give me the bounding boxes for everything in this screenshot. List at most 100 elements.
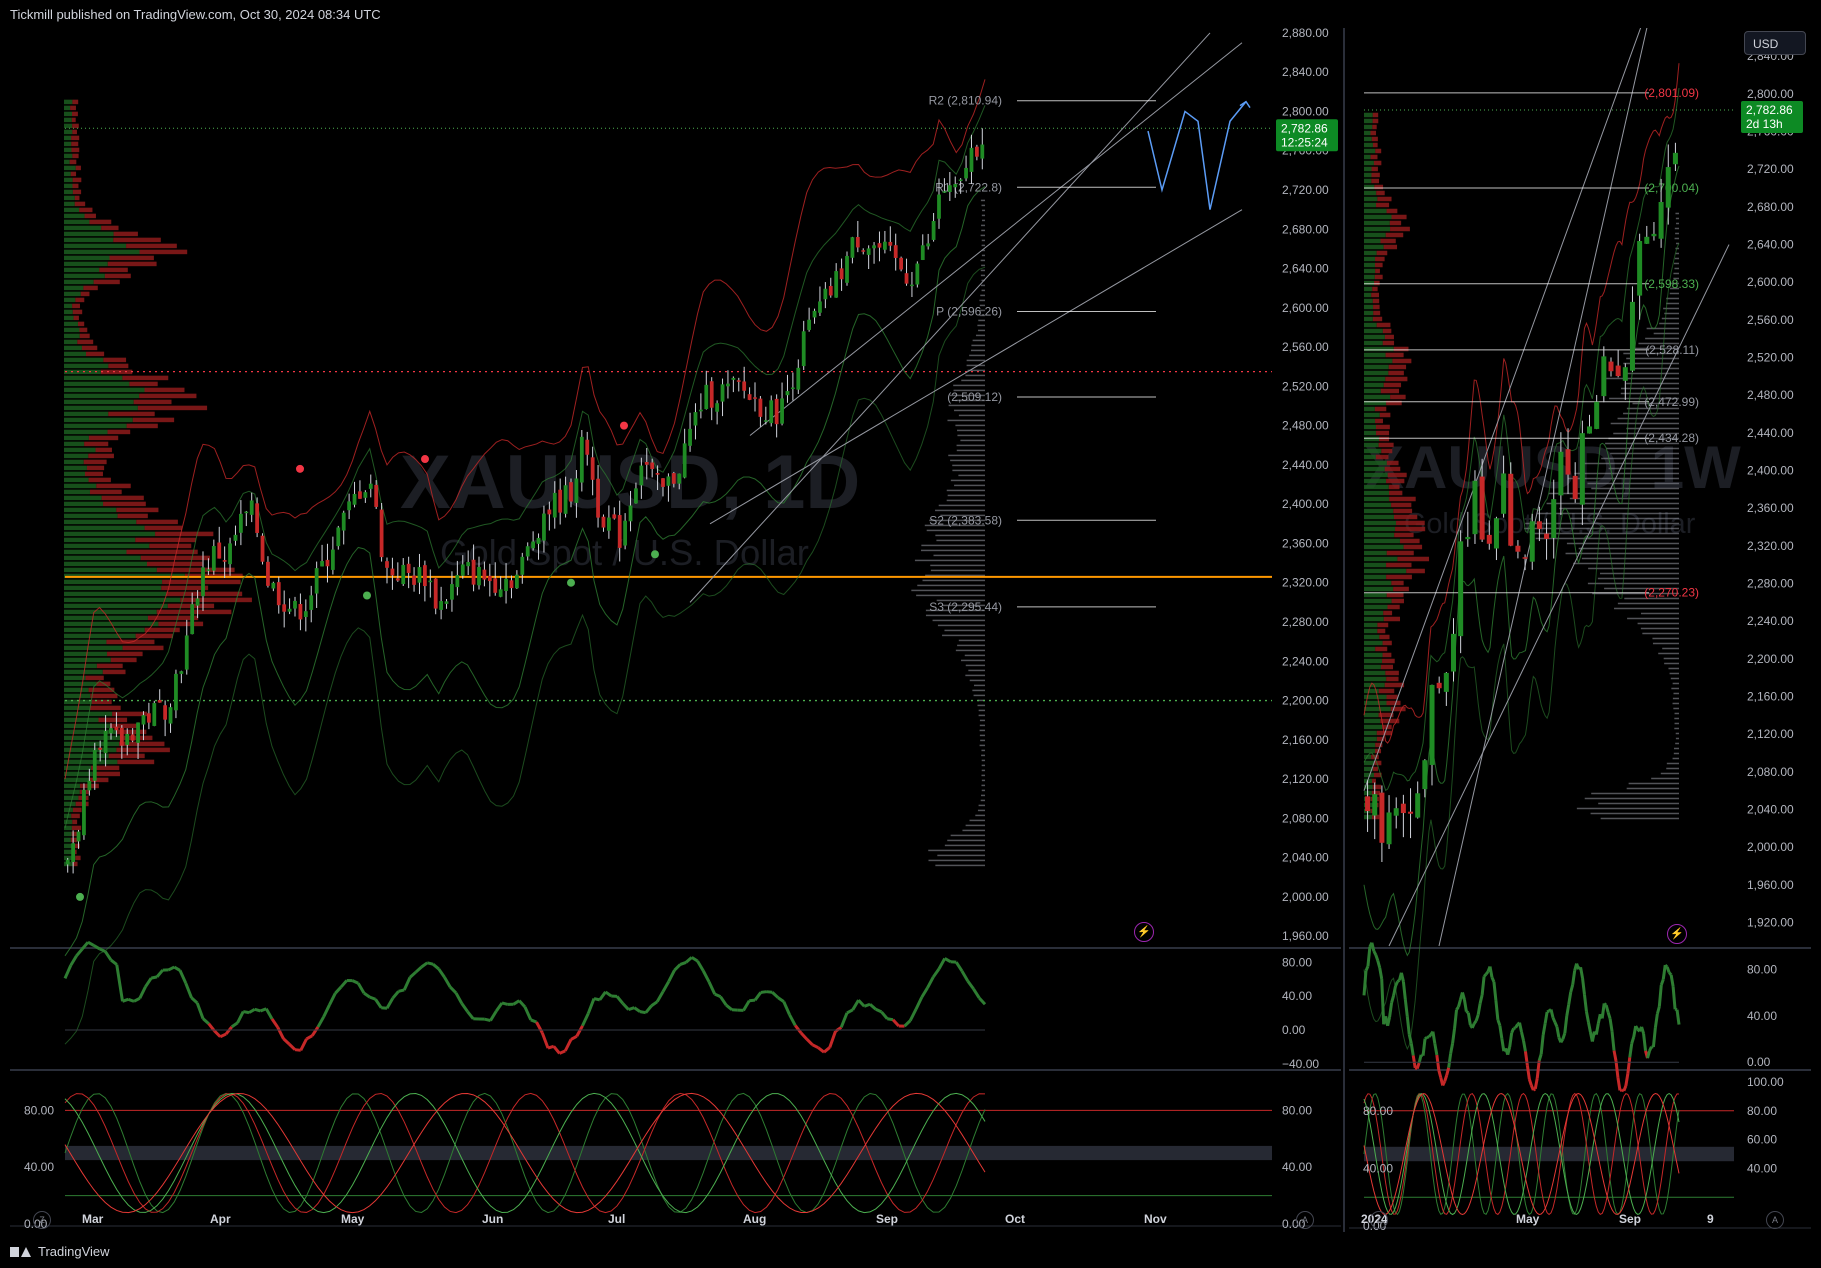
momentum-line-segment bbox=[1559, 1038, 1565, 1044]
volume-profile-bar bbox=[74, 195, 80, 201]
x-tick-label: Mar bbox=[82, 1212, 104, 1226]
candle-body bbox=[417, 567, 422, 583]
candle-body bbox=[882, 241, 887, 250]
volume-profile-bar bbox=[1390, 226, 1410, 232]
momentum-line-segment bbox=[1401, 981, 1407, 1000]
right-auto-scale-button[interactable]: A bbox=[1766, 1211, 1784, 1229]
volume-profile-bar bbox=[1364, 502, 1392, 508]
candle-body bbox=[888, 241, 893, 246]
momentum-line-segment bbox=[766, 990, 773, 994]
y-tick-label: 2,840.00 bbox=[1282, 65, 1329, 79]
candle-body bbox=[926, 243, 931, 247]
candle-body bbox=[942, 191, 947, 193]
volume-profile-bar bbox=[1374, 280, 1380, 286]
momentum-line-segment bbox=[1549, 1009, 1555, 1019]
y-tick-label: 2,480.00 bbox=[1747, 388, 1794, 402]
pivot-label: S2 (2,383.58) bbox=[929, 513, 1002, 527]
momentum-line-segment bbox=[1533, 1077, 1539, 1090]
session-volume-bar bbox=[1606, 377, 1679, 380]
session-volume-bar bbox=[935, 864, 985, 867]
session-volume-bar bbox=[1610, 452, 1679, 455]
candle-body bbox=[466, 562, 471, 567]
momentum-line-segment bbox=[1455, 1005, 1460, 1011]
session-volume-bar bbox=[1640, 612, 1679, 615]
right-alert-bolt-icon[interactable]: ⚡ bbox=[1667, 924, 1687, 944]
left-alert-bolt-icon[interactable]: ⚡ bbox=[1134, 922, 1154, 942]
momentum-line-segment bbox=[1513, 1026, 1517, 1030]
momentum-line-segment bbox=[248, 1008, 256, 1014]
momentum-line-segment bbox=[621, 1002, 630, 1011]
candle-body bbox=[341, 512, 346, 531]
session-volume-bar bbox=[947, 494, 985, 497]
momentum-line-segment bbox=[707, 981, 717, 995]
currency-button[interactable]: USD bbox=[1744, 31, 1806, 55]
volume-profile-bar bbox=[64, 645, 123, 651]
session-volume-bar bbox=[1653, 332, 1679, 335]
session-volume-bar bbox=[981, 749, 985, 752]
candle-body bbox=[136, 722, 140, 743]
left-log-scale-button[interactable]: Z bbox=[33, 1211, 51, 1229]
session-volume-bar bbox=[965, 824, 985, 827]
volume-profile-bar bbox=[64, 171, 71, 177]
right-chart-panel[interactable]: XAUUSD, 1WGold Spot / U.S. Dollar(2,801.… bbox=[1349, 28, 1811, 1232]
volume-profile-bar bbox=[1364, 460, 1387, 466]
volume-profile-bar bbox=[64, 279, 94, 285]
left-chart-panel[interactable]: XAUUSD, 1D Gold Spot / U.S. Dollar R2 (2,8… bbox=[10, 28, 1341, 1232]
right-chart-svg[interactable]: XAUUSD, 1WGold Spot / U.S. Dollar(2,801.… bbox=[1349, 28, 1811, 1232]
x-tick-label: May bbox=[1516, 1212, 1540, 1226]
volume-profile-bar bbox=[1370, 154, 1378, 160]
momentum-line-segment bbox=[846, 1008, 854, 1015]
momentum-line-segment bbox=[966, 980, 975, 990]
volume-profile-bar bbox=[64, 213, 85, 219]
session-volume-bar bbox=[937, 854, 985, 857]
candle-body bbox=[785, 391, 790, 396]
volume-profile-bar bbox=[1370, 130, 1377, 136]
volume-profile-bar bbox=[101, 495, 144, 501]
momentum-line-segment bbox=[1421, 1038, 1427, 1056]
volume-profile-bar bbox=[93, 279, 120, 285]
volume-profile-bar bbox=[64, 159, 70, 165]
volume-profile-bar bbox=[73, 861, 78, 867]
volume-profile-bar bbox=[64, 657, 111, 663]
tradingview-logo[interactable]: TradingView bbox=[10, 1244, 110, 1259]
panel-divider[interactable] bbox=[1343, 28, 1345, 1232]
volume-profile-bar bbox=[1364, 118, 1373, 124]
session-volume-bar bbox=[978, 329, 985, 332]
session-volume-bar bbox=[981, 239, 985, 242]
oscillator-2-left-tick-label: 40.00 bbox=[24, 1160, 54, 1174]
volume-profile-bar bbox=[1364, 442, 1379, 448]
volume-profile-bar bbox=[64, 255, 110, 261]
volume-profile-bar bbox=[1364, 328, 1383, 334]
volume-profile-bar bbox=[1364, 172, 1372, 178]
momentum-line-segment bbox=[685, 956, 693, 964]
candle-body bbox=[531, 541, 536, 549]
projection-path bbox=[1147, 101, 1247, 210]
volume-profile-bar bbox=[1364, 250, 1377, 256]
candle-body bbox=[774, 398, 779, 425]
momentum-line-segment bbox=[1470, 1022, 1476, 1029]
session-volume-bar bbox=[1672, 697, 1679, 700]
candle-body bbox=[1486, 534, 1492, 544]
volume-profile-bar bbox=[81, 345, 98, 351]
momentum-line-segment bbox=[598, 991, 607, 1001]
volume-profile-bar bbox=[1382, 640, 1392, 646]
volume-profile-bar bbox=[137, 405, 208, 411]
volume-profile-bar bbox=[1364, 490, 1390, 496]
session-volume-bar bbox=[977, 809, 985, 812]
momentum-line-segment bbox=[426, 961, 434, 966]
y-tick-label: 2,040.00 bbox=[1747, 802, 1794, 816]
momentum-line-segment bbox=[1403, 999, 1409, 1017]
volume-profile-bar bbox=[1372, 142, 1378, 148]
right-log-scale-button[interactable]: Z bbox=[1370, 1211, 1388, 1229]
upper-band-line bbox=[64, 79, 986, 780]
session-volume-bar bbox=[1537, 512, 1679, 515]
left-chart-svg[interactable]: XAUUSD, 1DGold Spot / U.S. DollarR2 (2,8… bbox=[10, 28, 1341, 1232]
volume-profile-bar bbox=[1377, 628, 1386, 634]
left-auto-scale-button[interactable]: A bbox=[1296, 1211, 1314, 1229]
candle-body bbox=[850, 237, 855, 258]
volume-profile-bar bbox=[64, 507, 117, 513]
candle-body bbox=[698, 409, 703, 412]
volume-profile-bar bbox=[1375, 646, 1388, 652]
session-volume-bar bbox=[1588, 567, 1679, 570]
volume-profile-bar bbox=[1396, 520, 1425, 526]
